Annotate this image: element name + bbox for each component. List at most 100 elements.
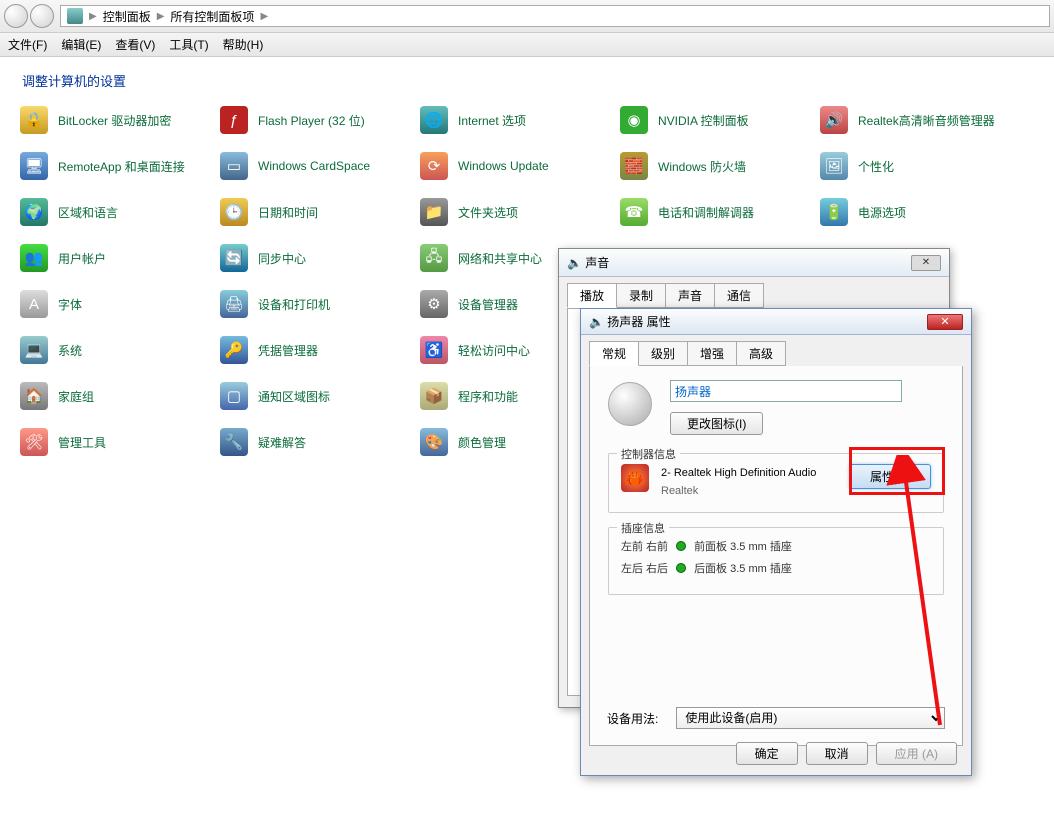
jack-dot-icon xyxy=(676,563,686,573)
globe-icon: 🌐 xyxy=(420,106,448,134)
speaker-body: 更改图标(I) 控制器信息 🦀 2- Realtek High Definiti… xyxy=(589,366,963,746)
item-firewall[interactable]: 🧱Windows 防火墙 xyxy=(614,152,814,180)
menubar: 文件(F) 编辑(E) 查看(V) 工具(T) 帮助(H) xyxy=(0,33,1054,57)
sound-title: 声音 xyxy=(585,254,609,271)
tab-adv[interactable]: 高级 xyxy=(736,341,786,366)
item-update[interactable]: ⟳Windows Update xyxy=(414,152,614,180)
sound-titlebar[interactable]: 🔈 声音 ✕ xyxy=(559,249,949,277)
sync-icon: 🔄 xyxy=(220,244,248,272)
menu-help[interactable]: 帮助(H) xyxy=(223,36,264,53)
menu-view[interactable]: 查看(V) xyxy=(115,36,155,53)
phone-icon: ☎ xyxy=(620,198,648,226)
color-icon: 🎨 xyxy=(420,428,448,456)
system-icon: 💻 xyxy=(20,336,48,364)
menu-tools[interactable]: 工具(T) xyxy=(169,36,208,53)
properties-button[interactable]: 属性(P) xyxy=(849,464,931,489)
item-cardspace[interactable]: ▭Windows CardSpace xyxy=(214,152,414,180)
jack-dot-icon xyxy=(676,541,686,551)
controller-vendor: Realtek xyxy=(661,482,837,500)
tab-comm[interactable]: 通信 xyxy=(714,283,764,308)
tab-level[interactable]: 级别 xyxy=(638,341,688,366)
jack1-desc: 前面板 3.5 mm 插座 xyxy=(694,538,792,554)
clock-icon: 🕒 xyxy=(220,198,248,226)
item-datetime[interactable]: 🕒日期和时间 xyxy=(214,198,414,226)
item-internet[interactable]: 🌐Internet 选项 xyxy=(414,106,614,134)
tab-play[interactable]: 播放 xyxy=(567,283,617,308)
item-realtek[interactable]: 🔊Realtek高清晰音频管理器 xyxy=(814,106,1014,134)
tab-sound[interactable]: 声音 xyxy=(665,283,715,308)
speaker-tabs: 常规 级别 增强 高级 xyxy=(589,341,963,366)
admin-icon: 🛠 xyxy=(20,428,48,456)
speaker-icon: 🔊 xyxy=(820,106,848,134)
item-fonts[interactable]: A字体 xyxy=(14,290,214,318)
close-icon[interactable]: ✕ xyxy=(927,314,963,330)
jack2-desc: 后面板 3.5 mm 插座 xyxy=(694,560,792,576)
speaker-properties-dialog: 🔈 扬声器 属性 ✕ 常规 级别 增强 高级 更改图标(I) 控制器信息 🦀 xyxy=(580,308,972,776)
jack1-position: 左前 右前 xyxy=(621,538,668,554)
usage-select[interactable]: 使用此设备(启用) xyxy=(676,707,945,729)
item-tray[interactable]: ▢通知区域图标 xyxy=(214,382,414,410)
printer-icon: 🖨 xyxy=(220,290,248,318)
power-icon: 🔋 xyxy=(820,198,848,226)
item-system[interactable]: 💻系统 xyxy=(14,336,214,364)
change-icon-button[interactable]: 更改图标(I) xyxy=(670,412,763,435)
controller-name: 2- Realtek High Definition Audio xyxy=(661,464,837,482)
breadcrumb-seg-2[interactable]: 所有控制面板项 xyxy=(170,8,254,25)
forward-button[interactable] xyxy=(30,4,54,28)
item-homegroup[interactable]: 🏠家庭组 xyxy=(14,382,214,410)
personalize-icon: 🖼 xyxy=(820,152,848,180)
item-region[interactable]: 🌍区域和语言 xyxy=(14,198,214,226)
speaker-titlebar[interactable]: 🔈 扬声器 属性 ✕ xyxy=(581,309,971,335)
controller-group: 控制器信息 🦀 2- Realtek High Definition Audio… xyxy=(608,453,944,513)
tray-icon: ▢ xyxy=(220,382,248,410)
menu-edit[interactable]: 编辑(E) xyxy=(61,36,101,53)
apply-button[interactable]: 应用 (A) xyxy=(876,742,957,765)
sound-tabs: 播放 录制 声音 通信 xyxy=(559,277,949,308)
item-devices[interactable]: 🖨设备和打印机 xyxy=(214,290,414,318)
item-users[interactable]: 👥用户帐户 xyxy=(14,244,214,272)
item-modem[interactable]: ☎电话和调制解调器 xyxy=(614,198,814,226)
device-name-input[interactable] xyxy=(670,380,902,402)
item-troubleshoot[interactable]: 🔧疑难解答 xyxy=(214,428,414,456)
bitlocker-icon: 🔒 xyxy=(20,106,48,134)
item-nvidia[interactable]: ◉NVIDIA 控制面板 xyxy=(614,106,814,134)
item-personalize[interactable]: 🖼个性化 xyxy=(814,152,1014,180)
item-bitlocker[interactable]: 🔒BitLocker 驱动器加密 xyxy=(14,106,214,134)
close-icon[interactable]: ✕ xyxy=(911,255,941,271)
item-remoteapp[interactable]: 🖥RemoteApp 和桌面连接 xyxy=(14,152,214,180)
item-admin[interactable]: 🛠管理工具 xyxy=(14,428,214,456)
breadcrumb[interactable]: ▶ 控制面板 ▶ 所有控制面板项 ▶ xyxy=(60,5,1050,27)
ok-button[interactable]: 确定 xyxy=(736,742,798,765)
chevron-right-icon: ▶ xyxy=(89,11,97,22)
chevron-right-icon: ▶ xyxy=(260,11,268,22)
troubleshoot-icon: 🔧 xyxy=(220,428,248,456)
update-icon: ⟳ xyxy=(420,152,448,180)
usage-label: 设备用法: xyxy=(607,710,658,727)
page-title: 调整计算机的设置 xyxy=(0,57,1054,96)
jack-group: 插座信息 左前 右前 前面板 3.5 mm 插座 左后 右后 后面板 3.5 m… xyxy=(608,527,944,595)
usage-row: 设备用法: 使用此设备(启用) xyxy=(607,707,945,729)
item-sync[interactable]: 🔄同步中心 xyxy=(214,244,414,272)
speaker-icon: 🔈 xyxy=(567,256,582,270)
item-power[interactable]: 🔋电源选项 xyxy=(814,198,1014,226)
realtek-icon: 🦀 xyxy=(621,464,649,492)
chevron-right-icon: ▶ xyxy=(157,11,165,22)
controller-group-title: 控制器信息 xyxy=(617,446,680,462)
breadcrumb-seg-1[interactable]: 控制面板 xyxy=(103,8,151,25)
speaker-title: 扬声器 属性 xyxy=(607,313,670,330)
back-button[interactable] xyxy=(4,4,28,28)
item-flash[interactable]: ƒFlash Player (32 位) xyxy=(214,106,414,134)
menu-file[interactable]: 文件(F) xyxy=(8,36,47,53)
tab-general[interactable]: 常规 xyxy=(589,341,639,366)
nvidia-icon: ◉ xyxy=(620,106,648,134)
tab-enhance[interactable]: 增强 xyxy=(687,341,737,366)
tab-record[interactable]: 录制 xyxy=(616,283,666,308)
devmgr-icon: ⚙ xyxy=(420,290,448,318)
item-folder[interactable]: 📁文件夹选项 xyxy=(414,198,614,226)
speaker-icon: 🔈 xyxy=(589,315,604,329)
homegroup-icon: 🏠 xyxy=(20,382,48,410)
address-bar-area: ▶ 控制面板 ▶ 所有控制面板项 ▶ xyxy=(0,0,1054,33)
item-creds[interactable]: 🔑凭据管理器 xyxy=(214,336,414,364)
cancel-button[interactable]: 取消 xyxy=(806,742,868,765)
network-icon: 🖧 xyxy=(420,244,448,272)
